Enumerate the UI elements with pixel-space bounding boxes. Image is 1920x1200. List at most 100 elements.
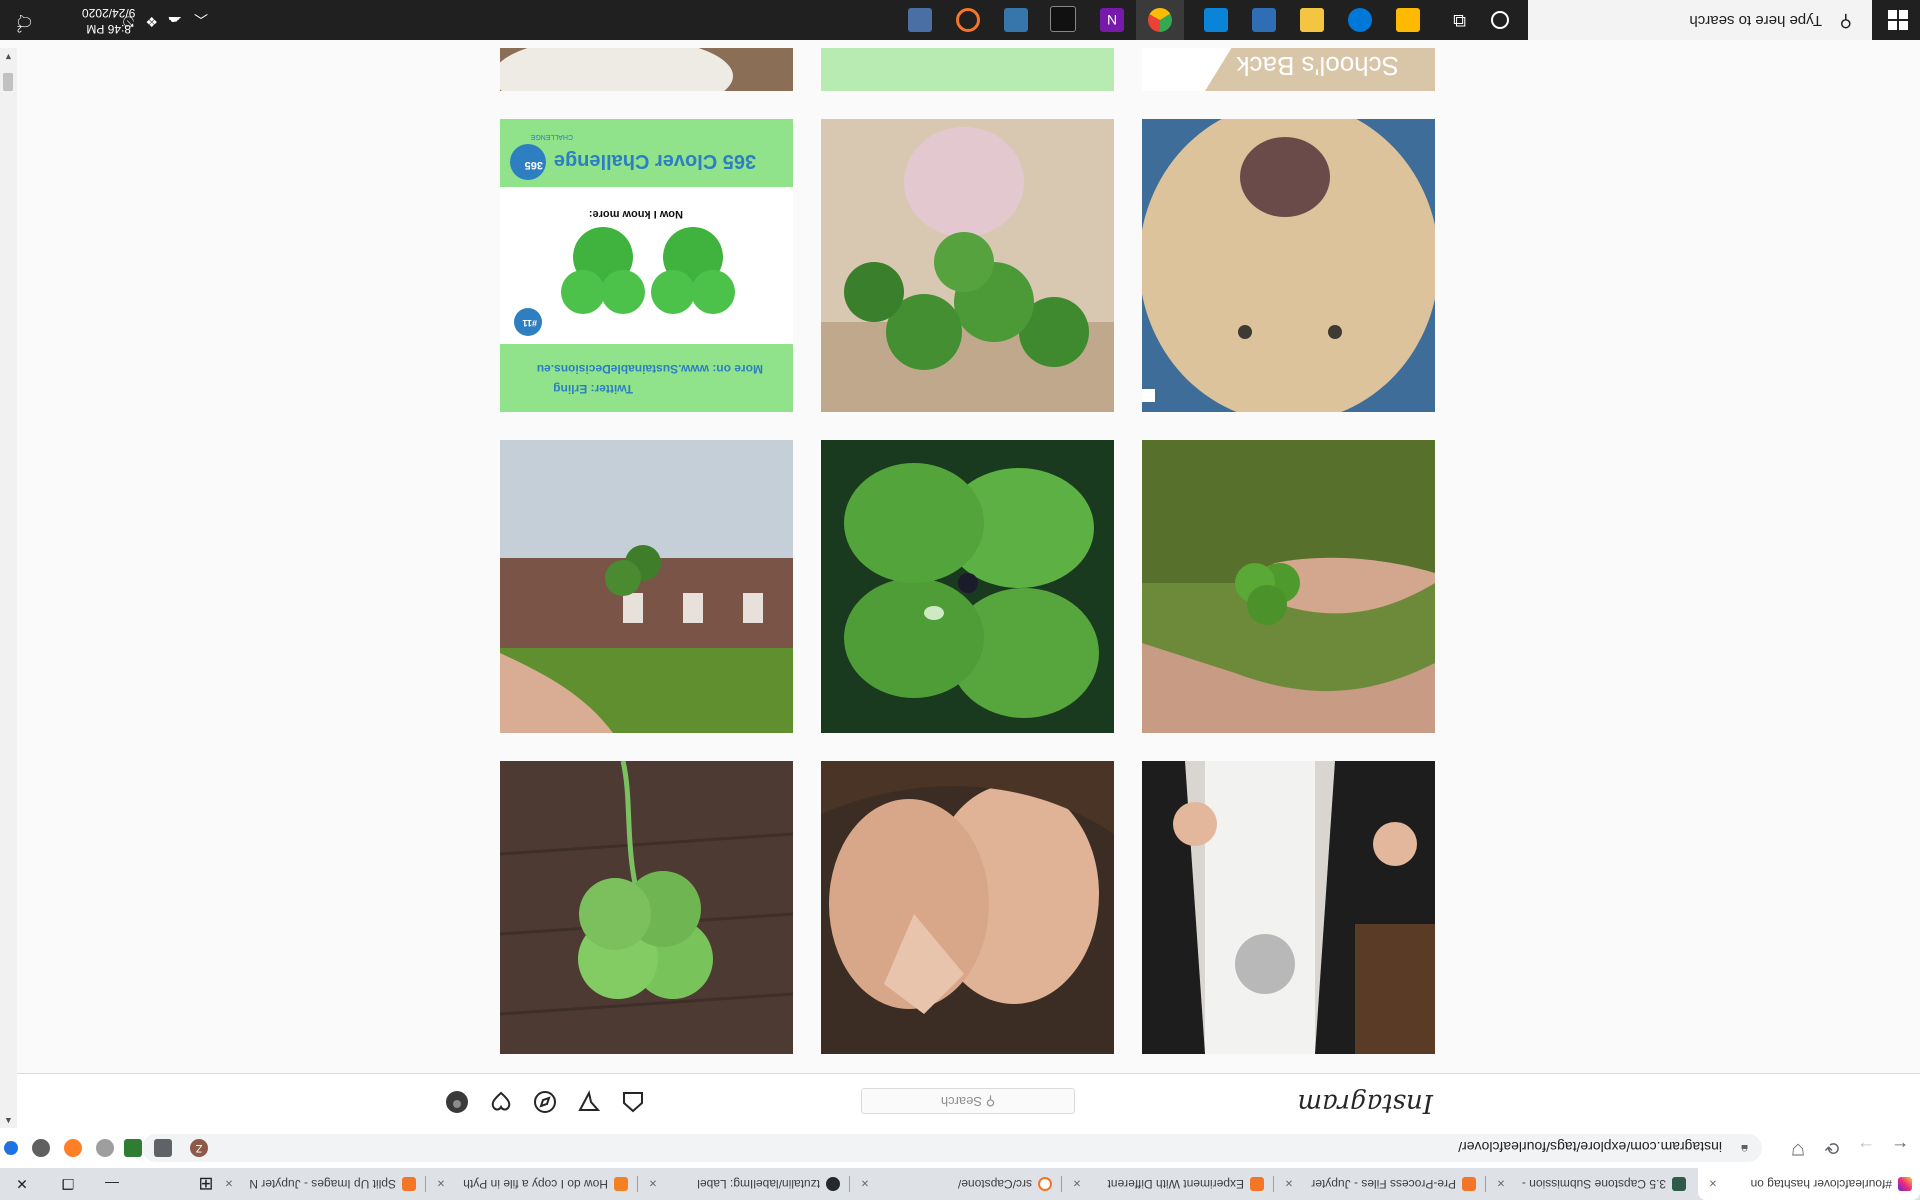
tile-top-left[interactable]: [500, 48, 793, 91]
tile-school-back[interactable]: School's Back: [1142, 48, 1435, 91]
restore-window-icon[interactable]: ❐: [46, 1168, 90, 1200]
tile-clover-leaves[interactable]: [821, 440, 1114, 733]
notification-count-badge: 2: [16, 24, 22, 34]
photoshop-icon[interactable]: [1252, 8, 1276, 32]
instagram-header: Instagram ⚲ Search: [17, 1073, 1920, 1128]
tab-strip: #fourleafclover hashtag on × 3.5 Capston…: [0, 1168, 1920, 1200]
scrollbar-thumb[interactable]: [3, 73, 13, 91]
tab-separator: [1061, 1176, 1062, 1192]
browser-menu-icon[interactable]: ⋮: [0, 1138, 16, 1158]
home-icon[interactable]: [621, 1090, 645, 1114]
tab-capstone-submission[interactable]: 3.5 Capstone Submission - ×: [1486, 1168, 1694, 1200]
tile-clover-on-wood[interactable]: [500, 761, 793, 1054]
tile-green-block[interactable]: [821, 48, 1114, 91]
onenote-icon[interactable]: N: [1100, 8, 1124, 32]
extension-green-icon[interactable]: [124, 1139, 142, 1157]
screen: #fourleafclover hashtag on × 3.5 Capston…: [0, 0, 1920, 1200]
post-photo: [821, 440, 1114, 733]
extension-g-icon[interactable]: [96, 1139, 114, 1157]
search-placeholder: Search: [940, 1094, 983, 1109]
tile-clover-house[interactable]: [500, 440, 793, 733]
windows-start-icon[interactable]: [1888, 10, 1908, 30]
close-tab-icon[interactable]: ×: [646, 1177, 660, 1192]
tab-split-up-images[interactable]: Split Up Images - Jupyter N ×: [214, 1168, 424, 1200]
scroll-down-arrow-icon[interactable]: ▲: [4, 1116, 13, 1126]
cortana-icon[interactable]: [1490, 10, 1510, 30]
now-i-know-text: Now I know more:: [588, 208, 683, 220]
search-icon: ⚲: [985, 1094, 996, 1109]
extension-gray-icon[interactable]: [32, 1139, 50, 1157]
tab-labelimg[interactable]: tzutalin/labelImg: Label ×: [638, 1168, 848, 1200]
profile-avatar[interactable]: [445, 1090, 469, 1114]
direct-icon[interactable]: [577, 1090, 601, 1114]
post-photo: [500, 48, 793, 91]
tab-experiment[interactable]: Experiment With Different ×: [1062, 1168, 1272, 1200]
number-badge: #11: [522, 318, 537, 328]
extensions-puzzle-icon[interactable]: [154, 1139, 172, 1157]
clock-date: 9/24/2020: [82, 6, 136, 20]
carousel-icon: [1142, 389, 1155, 402]
lock-icon: 🔒︎: [1741, 1142, 1748, 1157]
minimize-window-icon[interactable]: —: [90, 1168, 134, 1200]
tile-couple-selfie[interactable]: [821, 761, 1114, 1054]
app-icon[interactable]: [908, 8, 932, 32]
jupyter-favicon-icon: [1250, 1177, 1264, 1191]
address-bar[interactable]: 🔒︎ instagram.com/explore/tags/fourleafcl…: [142, 1134, 1762, 1162]
tile-woman-jacket[interactable]: [1142, 761, 1435, 1054]
close-tab-icon[interactable]: ×: [1282, 1177, 1296, 1192]
extension-orange-icon[interactable]: [64, 1139, 82, 1157]
twitter-text: Twitter: Erling: [553, 382, 633, 396]
tab-copy-file-python[interactable]: How do I copy a file in Pyth ×: [426, 1168, 636, 1200]
dropbox-icon[interactable]: ❖: [145, 13, 158, 30]
mail-icon[interactable]: [1204, 8, 1228, 32]
explore-icon[interactable]: [533, 1090, 557, 1114]
file-explorer-icon[interactable]: [1300, 8, 1324, 32]
reload-icon[interactable]: ⟳: [1820, 1136, 1844, 1160]
tab-preprocess-files[interactable]: Pre-Process Files - Jupyter ×: [1274, 1168, 1484, 1200]
close-window-icon[interactable]: ✕: [0, 1168, 44, 1200]
tab-src-capstone[interactable]: src/Capstone/ ×: [850, 1168, 1060, 1200]
challenge-badge: 365: [524, 159, 543, 171]
tile-clover-plant-vase[interactable]: [821, 119, 1114, 412]
tile-dog[interactable]: [1142, 119, 1435, 412]
search-icon: ⚲: [1839, 12, 1852, 31]
chrome-icon[interactable]: [1148, 8, 1172, 32]
close-tab-icon[interactable]: ×: [1706, 1177, 1720, 1192]
tile-365-clover-challenge[interactable]: 365 Clover Challenge 365 CHALLENGE Now I…: [500, 119, 793, 412]
back-icon[interactable]: ←: [1888, 1136, 1912, 1160]
tab-label: 3.5 Capstone Submission -: [1521, 1177, 1666, 1191]
taskbar-search-box[interactable]: ⚲ Type here to search: [1528, 0, 1872, 40]
system-clock[interactable]: 8:46 PM 9/24/2020: [82, 5, 135, 37]
close-tab-icon[interactable]: ×: [1070, 1177, 1084, 1192]
tab-label: How do I copy a file in Pyth: [463, 1177, 608, 1191]
school-back-text: School's Back: [1236, 51, 1400, 81]
search-input[interactable]: ⚲ Search: [861, 1088, 1075, 1114]
profile-avatar[interactable]: Z: [190, 1139, 208, 1157]
stackoverflow-favicon-icon: [614, 1177, 628, 1191]
extension-shield-icon[interactable]: ⛉: [1786, 1136, 1810, 1160]
activity-heart-icon[interactable]: [489, 1090, 513, 1114]
close-tab-icon[interactable]: ×: [858, 1177, 872, 1192]
scroll-up-arrow-icon[interactable]: ▼: [4, 52, 13, 62]
jupyter-icon[interactable]: [956, 8, 980, 32]
tab-search-icon[interactable]: ⊞: [182, 1168, 230, 1200]
close-tab-icon[interactable]: ×: [1494, 1177, 1508, 1192]
task-view-icon[interactable]: ⧉: [1453, 10, 1466, 31]
terminal-icon[interactable]: [1050, 6, 1076, 32]
tab-separator: [849, 1176, 850, 1192]
close-tab-icon[interactable]: ×: [434, 1177, 448, 1192]
page-scrollbar[interactable]: ▲ ▼: [0, 48, 17, 1128]
forward-icon[interactable]: →: [1854, 1136, 1878, 1160]
tile-hand-clover[interactable]: [1142, 440, 1435, 733]
tab-separator: [425, 1176, 426, 1192]
instagram-logo[interactable]: Instagram: [1297, 1088, 1433, 1118]
edge-icon[interactable]: [1348, 8, 1372, 32]
tab-instagram[interactable]: #fourleafclover hashtag on ×: [1698, 1168, 1920, 1200]
python-icon[interactable]: [1004, 8, 1028, 32]
onedrive-icon[interactable]: ☁: [168, 13, 182, 30]
post-photo: [1142, 119, 1435, 412]
jupyter-logo-favicon-icon: [1038, 1177, 1052, 1191]
office-app-icon[interactable]: [1396, 8, 1420, 32]
show-hidden-icons-icon[interactable]: ︿: [194, 10, 208, 30]
tab-label: src/Capstone/: [957, 1177, 1032, 1191]
